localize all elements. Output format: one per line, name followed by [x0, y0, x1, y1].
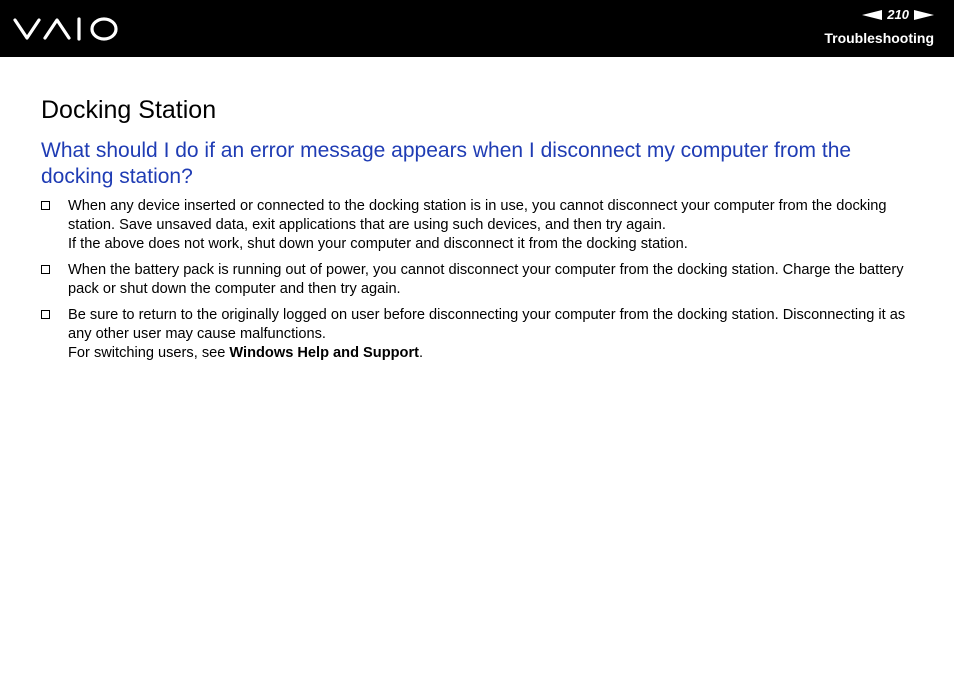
- header-divider: [0, 56, 954, 57]
- checkbox-bullet-icon: [41, 310, 50, 319]
- arrow-left-icon[interactable]: [862, 10, 883, 20]
- windows-help-reference: Windows Help and Support: [229, 345, 419, 361]
- question-heading: What should I do if an error message app…: [41, 139, 852, 188]
- checkbox-bullet-icon: [41, 265, 50, 274]
- list-item: When any device inserted or connected to…: [41, 197, 921, 254]
- page-number: 210: [887, 7, 909, 22]
- item-text-with-reference: For switching users, see Windows Help an…: [68, 344, 921, 363]
- page-navigator: 210: [862, 7, 934, 23]
- item-text: Be sure to return to the originally logg…: [68, 307, 906, 342]
- section-label: Troubleshooting: [824, 30, 934, 46]
- list-item: When the battery pack is running out of …: [41, 261, 921, 299]
- item-text-suffix: .: [418, 345, 424, 361]
- header-bar: 210 Troubleshooting: [0, 0, 954, 56]
- item-text: When the battery pack is running out of …: [68, 262, 904, 297]
- arrow-right-icon[interactable]: [914, 10, 934, 20]
- vaio-logo: [13, 17, 118, 41]
- answer-list: When any device inserted or connected to…: [41, 197, 921, 370]
- list-item: Be sure to return to the originally logg…: [41, 306, 921, 363]
- checkbox-bullet-icon: [41, 201, 50, 210]
- page-title: Docking Station: [41, 96, 217, 124]
- item-text-prefix: For switching users, see: [68, 345, 230, 361]
- item-text: When any device inserted or connected to…: [68, 198, 887, 233]
- item-text: If the above does not work, shut down yo…: [68, 236, 688, 252]
